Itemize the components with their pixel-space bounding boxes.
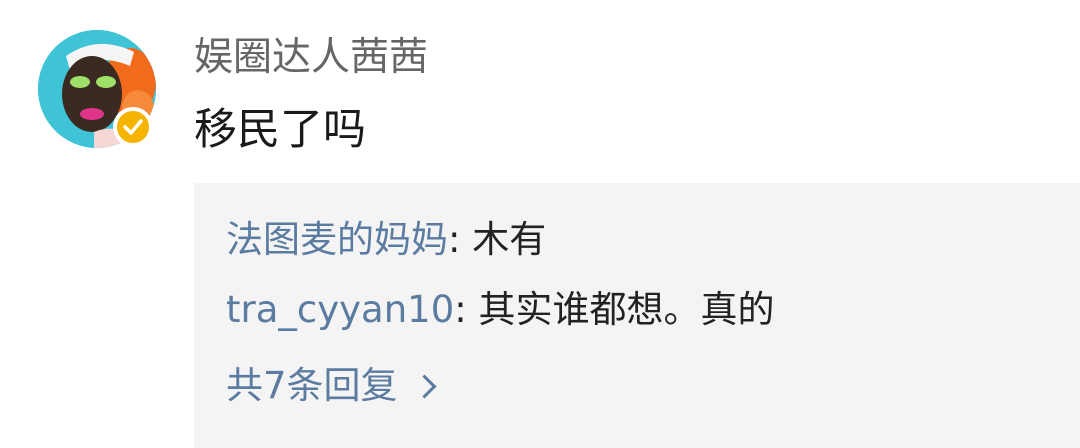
checkmark-icon	[123, 119, 143, 135]
replies-box[interactable]: 法图麦的妈妈: 木有 tra_cyyan10: 其实谁都想。真的 共7条回复	[194, 183, 1080, 448]
reply-separator: :	[448, 218, 473, 261]
reply-author[interactable]: tra_cyyan10	[226, 288, 454, 331]
reply-text: 木有	[472, 218, 547, 261]
view-all-label: 共7条回复	[226, 364, 398, 407]
view-all-replies-link[interactable]: 共7条回复	[226, 360, 437, 412]
chevron-right-icon	[412, 373, 437, 399]
reply-author[interactable]: 法图麦的妈妈	[226, 218, 448, 261]
comment-item: 娱圈达人茜茜 移民了吗 法图麦的妈妈: 木有 tra_cyyan10: 其实谁都…	[0, 0, 1080, 448]
reply-item[interactable]: 法图麦的妈妈: 木有	[226, 214, 546, 266]
comment-text: 移民了吗	[194, 105, 366, 155]
reply-item[interactable]: tra_cyyan10: 其实谁都想。真的	[226, 284, 774, 336]
comment-username[interactable]: 娱圈达人茜茜	[194, 30, 428, 86]
reply-separator: :	[454, 288, 479, 331]
reply-text: 其实谁都想。真的	[478, 288, 775, 331]
verified-badge-icon	[113, 107, 153, 147]
